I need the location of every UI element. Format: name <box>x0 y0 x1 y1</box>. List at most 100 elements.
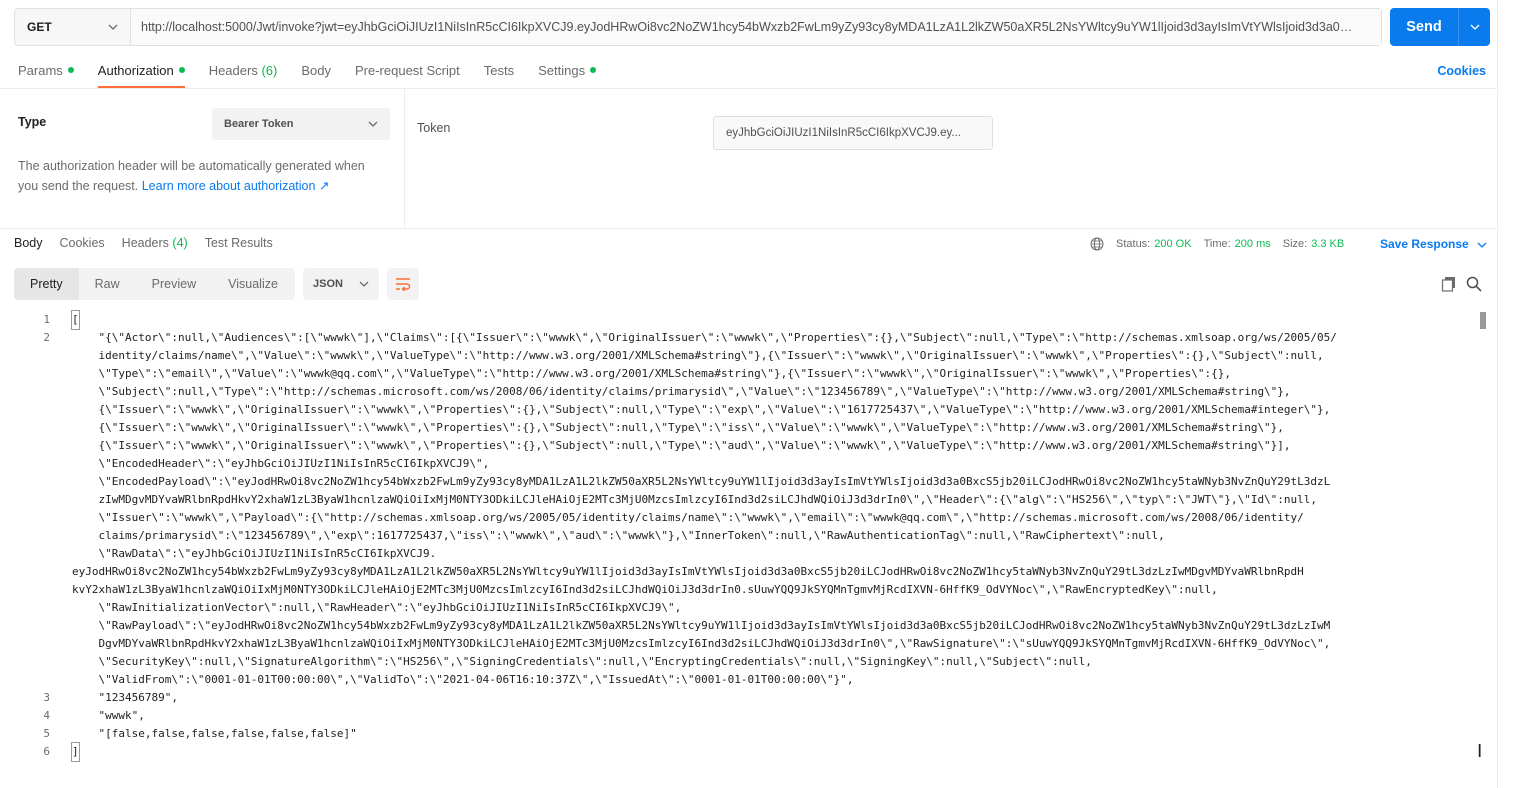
tab-label: Settings <box>538 63 586 78</box>
chevron-down-icon <box>368 121 378 127</box>
status-label: Status: <box>1116 238 1151 250</box>
tab-tests[interactable]: Tests <box>484 60 514 88</box>
tab-count: (4) <box>172 236 188 250</box>
response-tabs: Body Cookies Headers (4) Test Results <box>14 236 290 250</box>
panel-border <box>1497 0 1498 788</box>
auth-type-value: Bearer Token <box>224 118 294 130</box>
active-dot-icon <box>590 67 597 73</box>
response-body-editor[interactable]: 1 [2 "{\"Actor\":null,\"Audiences\":[\"ww… <box>0 310 1497 771</box>
tab-label: Authorization <box>97 63 174 78</box>
token-input[interactable]: eyJhbGciOiJIUzI1NiIsInR5cCI6IkpXVCJ9.ey.… <box>713 116 993 150</box>
code-text: \"ValidFrom\":\"0001-01-01T00:00:00\",\"… <box>72 673 854 686</box>
globe-icon[interactable] <box>1090 237 1104 251</box>
line-number: 2 <box>43 331 50 344</box>
code-text: "[false,false,false,false,false,false]" <box>72 727 357 740</box>
status-value: 200 OK <box>1154 238 1192 250</box>
code-text: "123456789", <box>72 691 178 704</box>
code-text: DgvMDYvaWRlbnRpdHkvY2xhaW1zL3ByaW1hcnlza… <box>72 637 1331 650</box>
type-label: Type <box>18 115 47 129</box>
code-text: \"RawInitializationVector\":null,\"RawHe… <box>72 601 682 614</box>
copy-icon[interactable] <box>1441 276 1457 292</box>
size-label: Size: <box>1282 238 1308 250</box>
tab-count: (6) <box>261 63 278 78</box>
code-text: {\"Issuer\":\"wwwk\",\"OriginalIssuer\":… <box>72 403 1331 416</box>
cookies-link[interactable]: Cookies <box>1437 64 1486 78</box>
url-input[interactable]: http://localhost:5000/Jwt/invoke?jwt=eyJ… <box>131 9 1381 45</box>
code-text: \"Subject\":null,\"Type\":\"http://schem… <box>72 385 1291 398</box>
code-text: eyJodHRwOi8vc2NoZW1hcy54bWxzb2FwLm9yZy93… <box>72 565 1304 578</box>
chevron-down-icon <box>108 24 118 30</box>
code-text: ] <box>71 742 80 762</box>
chevron-down-icon <box>1477 242 1487 248</box>
auth-description: The authorization header will be automat… <box>18 156 388 196</box>
code-text: \"EncodedHeader\":\"eyJhbGciOiJIUzI1NiIs… <box>72 457 490 470</box>
code-text: "wwwk", <box>72 709 145 722</box>
method-select[interactable]: GET <box>15 9 131 45</box>
tab-label: Headers <box>121 236 169 250</box>
tab-body[interactable]: Body <box>301 60 331 88</box>
tab-visualize[interactable]: Visualize <box>212 268 294 300</box>
save-response-label: Save Response <box>1380 237 1469 251</box>
auth-type-panel: Type Bearer Token The authorization head… <box>0 89 405 228</box>
time-value: 200 ms <box>1234 238 1271 250</box>
chevron-down-icon <box>359 281 369 287</box>
code-text: \"EncodedPayload\":\"eyJodHRwOi8vc2NoZW1… <box>72 475 1331 488</box>
code-text: \"RawData\":\"eyJhbGciOiJIUzI1NiIsInR5cC… <box>72 547 437 560</box>
code-text: {\"Issuer\":\"wwwk\",\"OriginalIssuer\":… <box>72 439 1291 452</box>
tab-pre-request-script[interactable]: Pre-request Script <box>355 60 460 88</box>
editor-scrollbar[interactable] <box>1480 312 1486 329</box>
tab-raw[interactable]: Raw <box>79 268 136 300</box>
line-number: 6 <box>43 745 50 758</box>
wrap-lines-icon <box>396 278 411 291</box>
token-label: Token <box>417 121 451 135</box>
save-response-button[interactable]: Save Response <box>1380 237 1487 251</box>
code-text: identity/claims/name\",\"Value\":\"wwwk\… <box>72 349 1324 362</box>
method-label: GET <box>27 20 52 34</box>
code-text: [ <box>71 310 80 330</box>
send-label: Send <box>1406 19 1442 35</box>
code-text: zIwMDgvMDYvaWRlbnRpdHkvY2xhaW1zL3ByaW1hc… <box>72 493 1318 506</box>
text-cursor-icon: Ⅰ <box>1477 741 1483 762</box>
tab-test-results[interactable]: Test Results <box>205 236 273 250</box>
tab-preview[interactable]: Preview <box>136 268 212 300</box>
tab-response-body[interactable]: Body <box>14 236 43 250</box>
size-value: 3.3 KB <box>1311 238 1345 250</box>
code-text: \"Issuer\":\"wwwk\",\"Payload\":{\"http:… <box>72 511 1304 524</box>
send-button[interactable]: Send <box>1390 8 1490 46</box>
search-icon[interactable] <box>1466 276 1482 292</box>
tab-response-cookies[interactable]: Cookies <box>60 236 105 250</box>
code-text: claims/primarysid\":\"123456789\",\"exp\… <box>72 529 1165 542</box>
learn-more-link[interactable]: Learn more about authorization ↗ <box>142 179 330 193</box>
active-dot-icon <box>178 67 185 73</box>
code-text: \"RawPayload\":\"eyJodHRwOi8vc2NoZW1hcy5… <box>72 619 1331 632</box>
tab-response-headers[interactable]: Headers (4) <box>122 236 188 250</box>
tab-settings[interactable]: Settings <box>538 60 597 88</box>
tab-pretty[interactable]: Pretty <box>14 268 79 300</box>
tab-authorization[interactable]: Authorization <box>97 60 185 88</box>
view-mode-tabs: Pretty Raw Preview Visualize <box>14 268 295 300</box>
tab-label: Body <box>301 63 331 78</box>
format-select[interactable]: JSON <box>303 268 379 300</box>
code-text: \"Type\":\"email\",\"Value\":\"wwwk@qq.c… <box>72 367 1231 380</box>
tab-params[interactable]: Params <box>18 60 74 88</box>
chevron-down-icon <box>1470 24 1479 30</box>
line-number: 3 <box>43 691 50 704</box>
wrap-lines-button[interactable] <box>387 268 419 300</box>
code-text: \"SecurityKey\":null,\"SignatureAlgorith… <box>72 655 1092 668</box>
auth-type-select[interactable]: Bearer Token <box>212 108 390 140</box>
response-status: Status: 200 OK Time: 200 ms Size: 3.3 KB <box>1090 237 1356 251</box>
line-number: 4 <box>43 709 50 722</box>
format-value: JSON <box>313 278 343 290</box>
active-dot-icon <box>67 67 74 73</box>
request-tabs: Params Authorization Headers (6) Body Pr… <box>18 60 620 88</box>
line-number: 5 <box>43 727 50 740</box>
time-label: Time: <box>1203 238 1231 250</box>
send-options-button[interactable] <box>1459 24 1490 30</box>
code-text: {\"Issuer\":\"wwwk\",\"OriginalIssuer\":… <box>72 421 1284 434</box>
code-text: kvY2xhaW1zL3ByaW1hcnlzaWQiOiIxMjM0NTY3OD… <box>72 583 1218 596</box>
tab-headers[interactable]: Headers (6) <box>209 60 278 88</box>
tab-label: Tests <box>483 63 515 78</box>
code-text: "{\"Actor\":null,\"Audiences\":[\"wwwk\"… <box>72 331 1337 344</box>
tab-label: Params <box>18 63 63 78</box>
url-text: http://localhost:5000/Jwt/invoke?jwt=eyJ… <box>141 20 1356 34</box>
